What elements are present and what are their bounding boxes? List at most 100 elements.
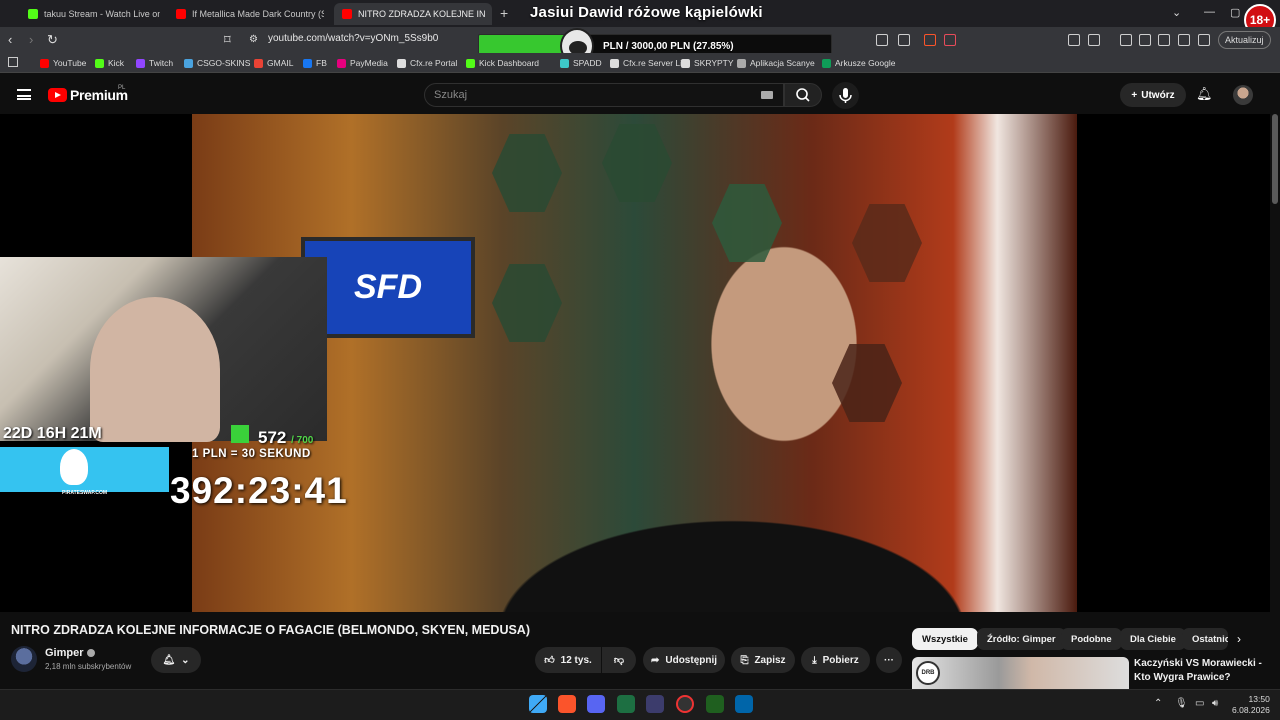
bookmark-kick[interactable]: Kick <box>95 58 124 68</box>
tab-search-icon[interactable]: ⌄ <box>1172 6 1181 19</box>
excel-icon[interactable] <box>617 695 635 713</box>
more-actions-button[interactable]: ··· <box>876 647 902 673</box>
keyboard-icon[interactable] <box>761 91 773 99</box>
wallet-icon[interactable] <box>1158 34 1170 46</box>
app-icon[interactable] <box>646 695 664 713</box>
bookmark-csgo-skins[interactable]: CSGO-SKINS <box>184 58 250 68</box>
subscription-bell-button[interactable]: 🔔︎ ⌄ <box>151 647 201 673</box>
share-icon[interactable] <box>898 34 910 46</box>
recommended-video-thumbnail[interactable]: DRB <box>912 657 1129 689</box>
youtube-icon <box>342 9 352 19</box>
bookmark-favicon-icon <box>681 58 690 68</box>
network-icon[interactable]: ▭ <box>1195 698 1204 709</box>
decor-hexagon <box>712 184 782 262</box>
extension-icon[interactable] <box>1068 34 1080 46</box>
bookmark-favicon-icon <box>397 58 406 68</box>
url-field[interactable]: youtube.com/watch?v=yONm_5Ss9b0 <box>268 33 438 44</box>
bookmark-favicon-icon <box>40 58 49 68</box>
apps-grid-icon[interactable] <box>8 57 18 67</box>
search-button[interactable] <box>784 83 822 107</box>
update-button[interactable]: Aktualizuj <box>1218 31 1271 49</box>
vscode-icon[interactable] <box>735 695 753 713</box>
tab-label: If Metallica Made Dark Country (Seek <box>192 9 324 19</box>
site-info-icon[interactable]: ⚙ <box>249 34 258 45</box>
bookmark-favicon-icon <box>337 58 346 68</box>
bookmark-label: FB <box>316 58 327 68</box>
create-label: Utwórz <box>1141 89 1175 101</box>
bookmark-paymedia[interactable]: PayMedia <box>337 58 388 68</box>
sfd-sign: SFD <box>301 237 475 338</box>
dislike-button[interactable]: 👎︎ <box>602 647 636 673</box>
sponsor-banner <box>0 447 169 492</box>
recommended-video-title[interactable]: Kaczyński VS Morawiecki - Kto Wygra Praw… <box>1134 657 1264 685</box>
tab-metallica[interactable]: If Metallica Made Dark Country (Seek <box>168 3 324 25</box>
bookmark-youtube[interactable]: YouTube <box>40 58 86 68</box>
extension-icon[interactable] <box>1088 34 1100 46</box>
reload-icon[interactable]: ↻ <box>47 32 58 48</box>
leo-ai-icon[interactable] <box>1178 34 1190 46</box>
bookmark-label: Aplikacja Scanye <box>750 58 815 68</box>
sponsor-name: PIRATESWAP.COM <box>62 490 108 496</box>
maximize-icon[interactable]: ▢ <box>1230 6 1240 19</box>
microphone-icon[interactable]: 🎙︎ <box>1175 698 1188 709</box>
brave-rewards-icon[interactable] <box>944 34 956 46</box>
user-avatar[interactable] <box>1233 85 1253 105</box>
thumbs-up-icon: 👍︎ <box>544 655 555 666</box>
bookmark-spadd[interactable]: SPADD <box>560 58 602 68</box>
bookmark-label: SPADD <box>573 58 602 68</box>
save-label: Zapisz <box>754 654 786 666</box>
bookmark-aplikacja-scanye[interactable]: Aplikacja Scanye <box>737 58 815 68</box>
app-icon[interactable] <box>706 695 724 713</box>
forward-icon[interactable]: › <box>29 32 33 47</box>
chip-for-you[interactable]: Dla Ciebie <box>1120 628 1186 650</box>
bookmark-fb[interactable]: FB <box>303 58 327 68</box>
windows-start-icon[interactable] <box>529 695 547 713</box>
steam-icon[interactable] <box>676 695 694 713</box>
chip-all[interactable]: Wszystkie <box>912 628 978 650</box>
chevron-right-icon[interactable]: › <box>1237 632 1241 646</box>
screen-cast-icon[interactable] <box>876 34 888 46</box>
menu-icon[interactable] <box>17 89 31 100</box>
bookmark-favicon-icon <box>822 58 831 68</box>
bookmark-gmail[interactable]: GMAIL <box>254 58 293 68</box>
save-button[interactable]: ⎘ Zapisz <box>731 647 795 673</box>
chip-recent[interactable]: Ostatnio <box>1182 628 1228 650</box>
bookmark-arkusze-google[interactable]: Arkusze Google <box>822 58 895 68</box>
bookmark-twitch[interactable]: Twitch <box>136 58 173 68</box>
tab-kick-stream[interactable]: takuu Stream - Watch Live on Kick <box>20 3 160 25</box>
create-button[interactable]: + Utwórz <box>1120 83 1186 107</box>
music-icon[interactable] <box>1120 34 1132 46</box>
channel-avatar[interactable] <box>11 646 37 672</box>
channel-name[interactable]: Gimper <box>45 647 95 659</box>
bookmark-cfx-re-portal[interactable]: Cfx.re Portal <box>397 58 457 68</box>
like-button[interactable]: 👍︎ 12 tys. <box>535 647 601 673</box>
page-scrollbar[interactable] <box>1272 114 1278 204</box>
tab-active-video[interactable]: NITRO ZDRADZA KOLEJNE IN ✕ <box>334 3 492 25</box>
youtube-logo-icon[interactable] <box>48 88 67 102</box>
bookmark-cfx-re-server-list[interactable]: Cfx.re Server List <box>610 58 689 68</box>
back-icon[interactable]: ‹ <box>8 32 12 47</box>
volume-icon[interactable]: 🔊︎ <box>1212 698 1218 709</box>
search-input[interactable] <box>424 83 784 107</box>
like-count: 12 tys. <box>560 654 592 666</box>
sidebar-icon[interactable] <box>1139 34 1151 46</box>
voice-search-button[interactable] <box>832 82 859 109</box>
download-button[interactable]: ⤓ Pobierz <box>801 647 870 673</box>
discord-icon[interactable] <box>587 695 605 713</box>
notifications-bell-icon[interactable]: 🔔︎ <box>1196 86 1213 102</box>
chip-source-channel[interactable]: Źródło: Gimper <box>977 628 1066 650</box>
new-tab-button[interactable]: + <box>500 5 508 21</box>
bookmark-skrypty[interactable]: SKRYPTY <box>681 58 734 68</box>
brave-browser-icon[interactable] <box>558 695 576 713</box>
bookmark-icon[interactable]: ⌑ <box>224 32 231 48</box>
chip-related[interactable]: Podobne <box>1061 628 1122 650</box>
system-clock[interactable]: 13:50 6.08.2026 <box>1232 694 1270 716</box>
share-button[interactable]: ➦ Udostępnij <box>643 647 725 673</box>
tray-overflow-icon[interactable]: ⌃ <box>1154 698 1162 709</box>
minimize-icon[interactable]: — <box>1204 6 1215 18</box>
bookmark-kick-dashboard[interactable]: Kick Dashboard <box>466 58 539 68</box>
vpn-icon[interactable] <box>1198 34 1210 46</box>
brave-shield-icon[interactable] <box>924 34 936 46</box>
bookmark-favicon-icon <box>184 58 193 68</box>
bookmark-label: Twitch <box>149 58 174 68</box>
